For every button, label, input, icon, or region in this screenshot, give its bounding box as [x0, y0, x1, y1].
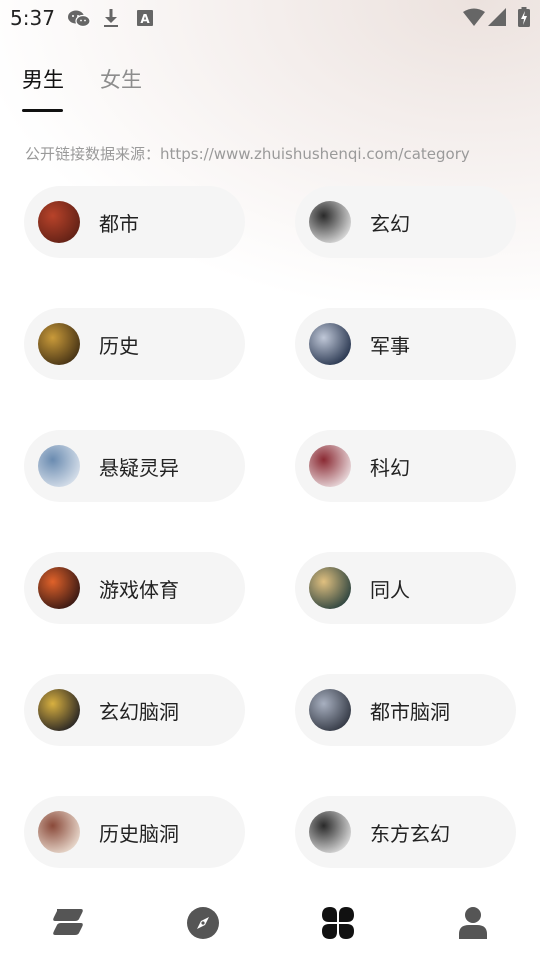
category-label: 历史脑洞 [99, 822, 179, 846]
category-label: 玄幻脑洞 [99, 700, 179, 724]
profile-nav-button[interactable] [405, 885, 540, 960]
bottom-nav [0, 885, 540, 960]
category-label: 都市 [99, 212, 139, 236]
category-cover-thumbnail [309, 323, 351, 365]
category-item[interactable]: 历史脑洞 [24, 796, 245, 868]
category-label: 科幻 [370, 456, 410, 480]
category-label: 东方玄幻 [370, 822, 450, 846]
category-cover-thumbnail [309, 567, 351, 609]
category-item[interactable]: 游戏体育 [24, 552, 245, 624]
category-nav-button[interactable] [270, 885, 405, 960]
person-icon [458, 907, 487, 939]
category-item[interactable]: 玄幻脑洞 [24, 674, 245, 746]
category-cover-thumbnail [38, 567, 80, 609]
category-item[interactable]: 军事 [295, 308, 516, 380]
category-grid-icon [321, 907, 354, 939]
category-label: 历史 [99, 334, 139, 358]
category-cover-thumbnail [38, 689, 80, 731]
category-cover-thumbnail [309, 201, 351, 243]
category-cover-thumbnail [38, 811, 80, 853]
stack-icon [52, 909, 83, 935]
category-label: 游戏体育 [99, 578, 179, 602]
category-cover-thumbnail [309, 811, 351, 853]
discover-nav-button[interactable] [135, 885, 270, 960]
category-grid: 都市 玄幻历史 军事悬疑灵异 科幻游戏体育 同人玄幻脑洞 都市脑洞历史脑洞 东方玄幻 [0, 0, 540, 880]
category-item[interactable]: 都市 [24, 186, 245, 258]
category-item[interactable]: 都市脑洞 [295, 674, 516, 746]
compass-icon [186, 907, 219, 939]
category-label: 同人 [370, 578, 410, 602]
category-item[interactable]: 东方玄幻 [295, 796, 516, 868]
category-item[interactable]: 同人 [295, 552, 516, 624]
category-item[interactable]: 历史 [24, 308, 245, 380]
category-cover-thumbnail [38, 445, 80, 487]
bookshelf-nav-button[interactable] [0, 885, 135, 960]
category-item[interactable]: 悬疑灵异 [24, 430, 245, 502]
category-item[interactable]: 玄幻 [295, 186, 516, 258]
category-label: 悬疑灵异 [99, 456, 179, 480]
category-cover-thumbnail [309, 689, 351, 731]
category-cover-thumbnail [309, 445, 351, 487]
category-cover-thumbnail [38, 323, 80, 365]
category-label: 军事 [370, 334, 410, 358]
category-label: 玄幻 [370, 212, 410, 236]
category-label: 都市脑洞 [370, 700, 450, 724]
category-item[interactable]: 科幻 [295, 430, 516, 502]
category-cover-thumbnail [38, 201, 80, 243]
